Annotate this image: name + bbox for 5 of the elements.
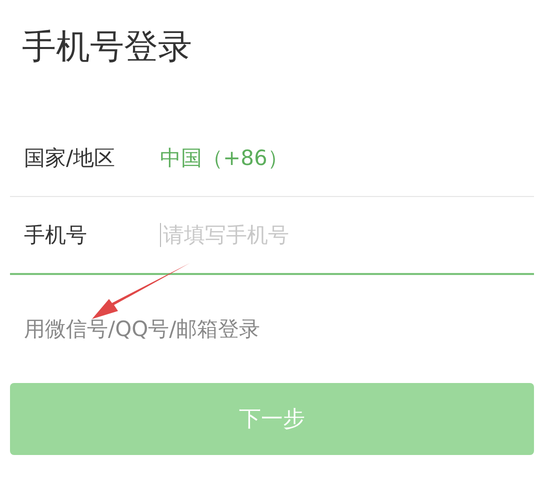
alt-login-link[interactable]: 用微信号/QQ号/邮箱登录 [24, 315, 260, 343]
region-label: 国家/地区 [24, 145, 116, 172]
region-value[interactable]: 中国（+86） [160, 144, 288, 172]
page-title: 手机号登录 [22, 26, 193, 69]
phone-label: 手机号 [24, 222, 88, 249]
